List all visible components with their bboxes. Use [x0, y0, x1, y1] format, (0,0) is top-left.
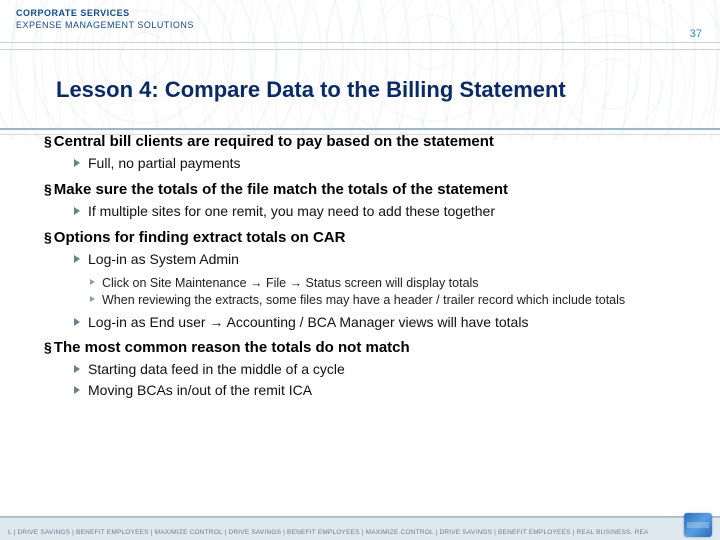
content-area: Central bill clients are required to pay… — [56, 133, 694, 400]
list-item: Full, no partial payments — [74, 154, 694, 173]
bullet-list: Full, no partial payments — [74, 154, 694, 173]
page-number: 37 — [690, 28, 702, 40]
list-item: Starting data feed in the middle of a cy… — [74, 360, 694, 379]
section-head: Make sure the totals of the file match t… — [56, 181, 694, 198]
section-head: The most common reason the totals do not… — [56, 339, 694, 356]
header: CORPORATE SERVICES EXPENSE MANAGEMENT SO… — [0, 0, 720, 31]
list-item: Click on Site Maintenance → File → Statu… — [90, 275, 694, 291]
amex-logo — [684, 513, 712, 537]
brand-line-2: EXPENSE MANAGEMENT SOLUTIONS — [16, 20, 704, 32]
bullet-list: Log-in as End user → Accounting / BCA Ma… — [74, 313, 694, 332]
list-item: If multiple sites for one remit, you may… — [74, 202, 694, 221]
list-item: Log-in as End user → Accounting / BCA Ma… — [74, 313, 694, 332]
section-head: Central bill clients are required to pay… — [56, 133, 694, 150]
bullet-list: If multiple sites for one remit, you may… — [74, 202, 694, 221]
list-item: Moving BCAs in/out of the remit ICA — [74, 381, 694, 400]
title-underline-1 — [0, 128, 720, 130]
bullet-list: Log-in as System Admin — [74, 250, 694, 269]
header-rule-1 — [0, 42, 720, 43]
header-rule-2 — [0, 49, 720, 50]
list-item: When reviewing the extracts, some files … — [90, 292, 694, 308]
sub-list: Click on Site Maintenance → File → Statu… — [90, 275, 694, 309]
footer-tagline: L | DRIVE SAVINGS | BENEFIT EMPLOYEES | … — [8, 529, 648, 536]
section-1: Central bill clients are required to pay… — [56, 133, 694, 173]
footer: L | DRIVE SAVINGS | BENEFIT EMPLOYEES | … — [0, 517, 720, 540]
section-head: Options for finding extract totals on CA… — [56, 229, 694, 246]
brand-line-1: CORPORATE SERVICES — [16, 8, 704, 20]
section-4: The most common reason the totals do not… — [56, 339, 694, 400]
list-item: Log-in as System Admin — [74, 250, 694, 269]
bullet-list: Starting data feed in the middle of a cy… — [74, 360, 694, 400]
brand-block: CORPORATE SERVICES EXPENSE MANAGEMENT SO… — [16, 8, 704, 31]
section-3: Options for finding extract totals on CA… — [56, 229, 694, 331]
section-2: Make sure the totals of the file match t… — [56, 181, 694, 221]
slide-title: Lesson 4: Compare Data to the Billing St… — [56, 77, 720, 103]
